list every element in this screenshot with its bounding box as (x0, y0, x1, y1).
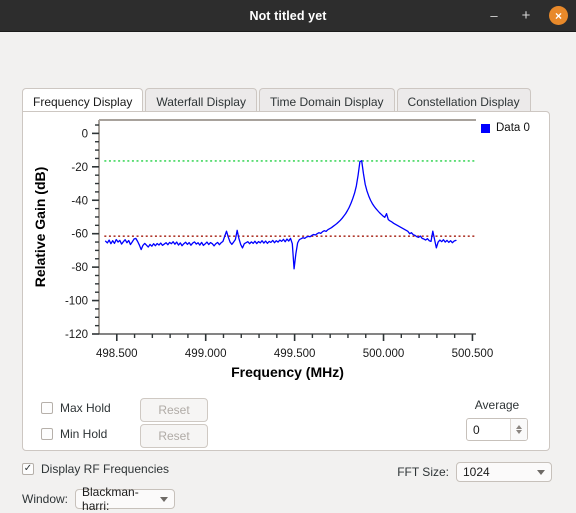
average-spinbox[interactable]: 0 (466, 418, 528, 441)
min-hold-checkbox[interactable]: Min Hold (41, 427, 107, 441)
y-axis-title: Relative Gain (dB) (32, 167, 48, 288)
y-axis-tick-label: -120 (65, 329, 88, 341)
average-control: Average 0 (461, 398, 533, 441)
window-body: Frequency Display Waterfall Display Time… (0, 32, 576, 513)
average-spinner-arrows[interactable] (510, 419, 527, 440)
fft-size-dropdown[interactable]: 1024 (456, 462, 552, 482)
average-label: Average (474, 398, 520, 412)
display-rf-label: Display RF Frequencies (41, 462, 170, 476)
y-axis-tick-label: -100 (65, 296, 88, 308)
y-axis-tick-label: -20 (71, 162, 88, 174)
plot-canvas (99, 120, 476, 334)
chevron-down-icon (160, 496, 169, 502)
y-axis-tick-label: -80 (71, 262, 88, 274)
max-hold-label: Max Hold (60, 401, 111, 415)
fft-size-value: 1024 (463, 465, 490, 479)
y-axis-tick-label: -60 (71, 229, 88, 241)
maximize-button[interactable]: + (517, 7, 535, 25)
x-axis-tick-label: 500.500 (452, 348, 494, 360)
window-function-dropdown[interactable]: Blackman-harri: (75, 485, 176, 513)
x-axis-tick-label: 500.000 (363, 348, 405, 360)
legend-label-data0: Data 0 (496, 122, 530, 134)
display-rf-checkbox-box: ✓ (22, 463, 34, 475)
min-hold-checkbox-box (41, 428, 53, 440)
window-title: Not titled yet (249, 8, 327, 23)
spectrum-plot-canvas[interactable]: 0 -20 -40 -60 -80 -100 -120 498.500 499.000 499.5… (23, 112, 551, 402)
frequency-display-panel: 0 -20 -40 -60 -80 -100 -120 498.500 499.000 499.5… (22, 111, 550, 451)
window-buttons: – + × (485, 0, 568, 31)
chevron-down-icon (537, 469, 545, 475)
spinner-up-icon[interactable] (516, 425, 522, 429)
max-hold-row: Max Hold (41, 401, 111, 417)
max-hold-checkbox-box (41, 402, 53, 414)
min-hold-reset-button[interactable]: Reset (140, 424, 208, 448)
average-value[interactable]: 0 (467, 419, 510, 440)
x-axis-tick-label: 498.500 (96, 348, 138, 360)
max-hold-reset-button[interactable]: Reset (140, 398, 208, 422)
fft-size-label: FFT Size: (397, 465, 449, 479)
window-titlebar: Not titled yet – + × (0, 0, 576, 32)
x-axis-title: Frequency (MHz) (231, 364, 344, 380)
display-rf-row: ✓ Display RF Frequencies (22, 462, 169, 476)
display-rf-frequencies-checkbox[interactable]: ✓ Display RF Frequencies (22, 462, 169, 476)
x-axis-tick-label: 499.500 (274, 348, 316, 360)
close-button[interactable]: × (549, 6, 568, 25)
min-hold-row: Min Hold (41, 427, 107, 443)
y-axis-tick-label: -40 (71, 195, 88, 207)
min-hold-label: Min Hold (60, 427, 108, 441)
x-axis-tick-label: 499.000 (185, 348, 227, 360)
spectrum-plot[interactable]: 0 -20 -40 -60 -80 -100 -120 498.500 499.000 499.5… (23, 112, 551, 402)
spinner-down-icon[interactable] (516, 430, 522, 434)
window-function-value: Blackman-harri: (82, 485, 139, 513)
y-axis-tick-label: 0 (82, 128, 88, 140)
fft-size-row: FFT Size: 1024 (397, 462, 552, 482)
window-function-row: Window: Blackman-harri: (22, 485, 176, 513)
legend-swatch-data0 (481, 123, 490, 133)
minimize-button[interactable]: – (485, 7, 503, 25)
plot-legend: Data 0 (481, 122, 530, 134)
window-function-label: Window: (22, 492, 69, 506)
max-hold-checkbox[interactable]: Max Hold (41, 401, 111, 415)
